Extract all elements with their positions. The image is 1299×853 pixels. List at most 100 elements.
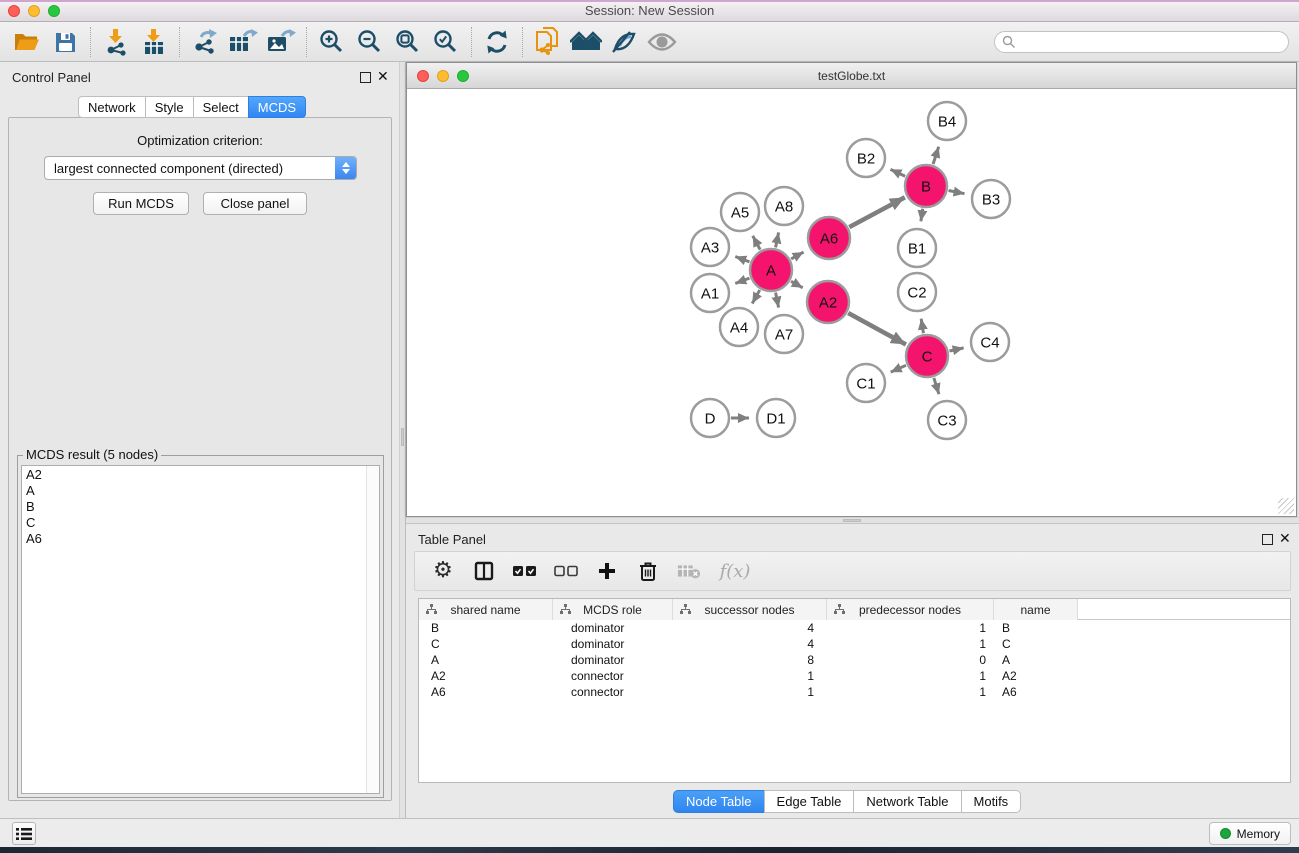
- edge-C-C1[interactable]: [891, 365, 906, 372]
- task-history-button[interactable]: [12, 822, 36, 845]
- table-row[interactable]: Bdominator41B: [419, 620, 1290, 636]
- import-network-icon[interactable]: [97, 26, 135, 58]
- mcds-result-item[interactable]: A2: [22, 466, 379, 482]
- vertical-splitter[interactable]: [399, 62, 406, 818]
- list-scrollbar[interactable]: [366, 466, 379, 793]
- edge-A-A7[interactable]: [776, 293, 779, 308]
- zoom-in-icon[interactable]: [313, 26, 351, 58]
- table-row[interactable]: A6connector11A6: [419, 684, 1290, 700]
- column-header-MCDS-role[interactable]: MCDS role: [553, 599, 673, 620]
- float-panel-icon[interactable]: [1262, 534, 1273, 545]
- mcds-result-item[interactable]: B: [22, 498, 379, 514]
- export-network-icon[interactable]: [186, 26, 224, 58]
- table-cell[interactable]: B: [994, 620, 1078, 636]
- select-all-columns-icon[interactable]: [513, 559, 537, 583]
- tab-select[interactable]: Select: [193, 96, 249, 118]
- close-panel-icon[interactable]: ✕: [1279, 530, 1291, 547]
- mcds-result-item[interactable]: A6: [22, 530, 379, 546]
- table-cell[interactable]: C: [419, 636, 553, 652]
- column-header-name[interactable]: name: [994, 599, 1078, 620]
- edge-A-A4[interactable]: [752, 290, 760, 303]
- table-cell[interactable]: 1: [827, 620, 994, 636]
- show-column-panel-icon[interactable]: [472, 559, 496, 583]
- mcds-result-list[interactable]: A2ABCA6: [21, 465, 380, 794]
- tab-network[interactable]: Network: [78, 96, 146, 118]
- table-cell[interactable]: A2: [994, 668, 1078, 684]
- table-row[interactable]: A2connector11A2: [419, 668, 1290, 684]
- delete-column-icon[interactable]: [636, 559, 660, 583]
- show-hide-eye-icon[interactable]: [643, 26, 681, 58]
- table-cell[interactable]: 0: [827, 652, 994, 668]
- table-cell[interactable]: A: [419, 652, 553, 668]
- edge-A-A3[interactable]: [735, 257, 749, 262]
- table-cell[interactable]: C: [994, 636, 1078, 652]
- tab-network-table[interactable]: Network Table: [853, 790, 961, 813]
- table-cell[interactable]: 1: [827, 684, 994, 700]
- column-header-shared-name[interactable]: shared name: [419, 599, 553, 620]
- edge-A-A6[interactable]: [791, 252, 803, 259]
- tab-motifs[interactable]: Motifs: [961, 790, 1022, 813]
- export-image-icon[interactable]: [262, 26, 300, 58]
- table-cell[interactable]: 1: [827, 636, 994, 652]
- network-canvas[interactable]: B4B2BB3A5A8A6A3B1AA1C2A2A4A7C4CC1DD1C3: [407, 89, 1296, 516]
- zoom-selected-icon[interactable]: [427, 26, 465, 58]
- function-builder-icon[interactable]: f(x): [718, 559, 752, 583]
- table-cell[interactable]: 1: [827, 668, 994, 684]
- memory-button[interactable]: Memory: [1209, 822, 1291, 845]
- search-field[interactable]: [994, 31, 1289, 53]
- unselect-all-columns-icon[interactable]: [554, 559, 578, 583]
- table-cell[interactable]: A: [994, 652, 1078, 668]
- tab-mcds[interactable]: MCDS: [248, 96, 306, 118]
- edge-A-A1[interactable]: [735, 278, 749, 283]
- table-cell[interactable]: B: [419, 620, 553, 636]
- table-cell[interactable]: 4: [673, 620, 827, 636]
- table-cell[interactable]: 1: [673, 668, 827, 684]
- float-panel-icon[interactable]: [360, 72, 371, 83]
- toggle-graphics-details-icon[interactable]: [605, 26, 643, 58]
- refresh-icon[interactable]: [478, 26, 516, 58]
- edge-C-C4[interactable]: [949, 348, 963, 351]
- table-cell[interactable]: 1: [673, 684, 827, 700]
- open-session-icon[interactable]: [8, 26, 46, 58]
- table-cell[interactable]: A2: [419, 668, 553, 684]
- search-input[interactable]: [1016, 33, 1288, 51]
- table-cell[interactable]: 4: [673, 636, 827, 652]
- edge-B-B2[interactable]: [890, 169, 905, 176]
- splitter-handle[interactable]: [401, 428, 404, 446]
- tab-node-table[interactable]: Node Table: [673, 790, 765, 813]
- run-mcds-button[interactable]: Run MCDS: [93, 192, 189, 215]
- tab-style[interactable]: Style: [145, 96, 194, 118]
- table-row[interactable]: Adominator80A: [419, 652, 1290, 668]
- table-cell[interactable]: dominator: [553, 636, 673, 652]
- table-cell[interactable]: A6: [994, 684, 1078, 700]
- table-cell[interactable]: dominator: [553, 620, 673, 636]
- edge-B-B4[interactable]: [933, 147, 939, 164]
- edge-C-C2[interactable]: [921, 319, 923, 334]
- window-resize-grip[interactable]: [1278, 498, 1294, 514]
- clone-network-icon[interactable]: [529, 26, 567, 58]
- column-header-successor-nodes[interactable]: successor nodes: [673, 599, 827, 620]
- import-table-icon[interactable]: [135, 26, 173, 58]
- mcds-result-item[interactable]: C: [22, 514, 379, 530]
- edge-B-B1[interactable]: [921, 209, 923, 222]
- close-panel-button[interactable]: Close panel: [203, 192, 307, 215]
- table-cell[interactable]: dominator: [553, 652, 673, 668]
- add-column-icon[interactable]: [595, 559, 619, 583]
- table-cell[interactable]: 8: [673, 652, 827, 668]
- delete-table-icon[interactable]: [677, 559, 701, 583]
- table-cell[interactable]: connector: [553, 668, 673, 684]
- table-row[interactable]: Cdominator41C: [419, 636, 1290, 652]
- close-panel-icon[interactable]: ✕: [377, 68, 389, 85]
- table-cell[interactable]: A6: [419, 684, 553, 700]
- edge-B-B3[interactable]: [949, 191, 965, 194]
- mcds-result-item[interactable]: A: [22, 482, 379, 498]
- column-header-predecessor-nodes[interactable]: predecessor nodes: [827, 599, 994, 620]
- tab-edge-table[interactable]: Edge Table: [764, 790, 855, 813]
- table-cell[interactable]: connector: [553, 684, 673, 700]
- criterion-dropdown[interactable]: largest connected component (directed): [44, 156, 357, 180]
- edge-A6-B[interactable]: [849, 197, 905, 227]
- export-table-icon[interactable]: [224, 26, 262, 58]
- edge-A-A5[interactable]: [753, 236, 760, 250]
- edge-A-A8[interactable]: [776, 232, 779, 247]
- save-session-icon[interactable]: [46, 26, 84, 58]
